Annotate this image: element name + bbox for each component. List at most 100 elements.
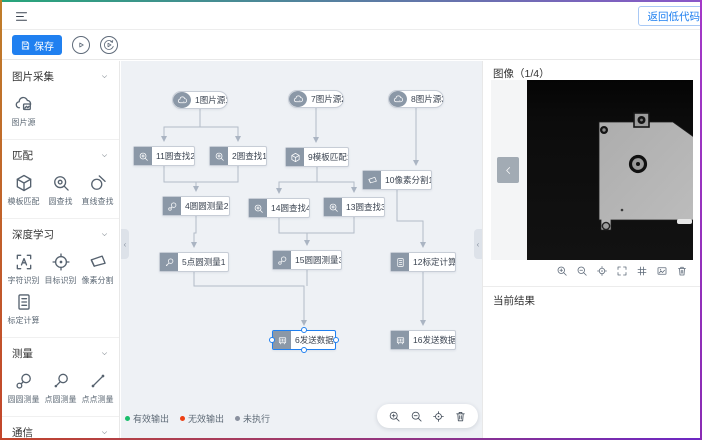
node-label: 1图片源1 (191, 92, 227, 108)
result-content (483, 309, 700, 438)
chevron-down-icon (100, 349, 109, 358)
measure-icon (160, 253, 178, 271)
chevron-down-icon (100, 230, 109, 239)
node-handle-bottom[interactable] (301, 347, 307, 353)
toolbar: 保存 (2, 30, 700, 60)
tool-item-line-find[interactable]: 直线查找 (79, 173, 116, 207)
chevron-down-icon (100, 72, 109, 81)
tool-label: 直线查找 (82, 196, 114, 207)
device-icon (273, 331, 291, 349)
segment-icon (88, 252, 108, 272)
cloud-icon (289, 91, 307, 107)
delete-icon[interactable] (454, 410, 467, 423)
flow-node-circle-find-3[interactable]: 13圆查找3 (323, 197, 385, 217)
section-title: 匹配 (12, 148, 33, 163)
node-handle-right[interactable] (333, 337, 339, 343)
zoom-in-icon[interactable] (556, 265, 568, 277)
save-icon (20, 40, 31, 51)
flow-node-circle-find-1[interactable]: 2圆查找1 (209, 146, 267, 166)
step-run-icon (103, 39, 115, 51)
play-icon (75, 39, 87, 51)
section-header-measure[interactable]: 测量 (2, 344, 119, 363)
measure-icon (163, 197, 181, 215)
app-window: 返回低代码 保存 图片采集 图片源 匹配 (0, 0, 702, 440)
tool-item-image-source[interactable]: 图片源 (5, 94, 42, 128)
tool-label: 像素分割 (82, 275, 114, 286)
tool-item-segmentation[interactable]: 像素分割 (79, 252, 116, 286)
section-header-image-capture[interactable]: 图片采集 (2, 67, 119, 86)
flow-node-calibration-calc-1[interactable]: 12标定计算1 (390, 252, 456, 272)
flow-node-circle-find-2[interactable]: 11圆查找2 (133, 146, 195, 166)
menu-icon[interactable] (14, 9, 29, 24)
node-label: 4圆圆测量2 (181, 197, 229, 215)
node-handle-left[interactable] (269, 337, 275, 343)
zoom-out-icon[interactable] (576, 265, 588, 277)
prev-image-button[interactable] (497, 157, 519, 183)
tool-item-template-match[interactable]: 模板匹配 (5, 173, 42, 207)
flow-node-circle-find-4[interactable]: 14圆查找4 (248, 198, 310, 218)
flow-node-send-data-2[interactable]: 16发送数据2 (390, 330, 456, 350)
green-dot-icon (125, 416, 130, 421)
locate-icon[interactable] (596, 265, 608, 277)
tool-item-circle-find[interactable]: 圆查找 (42, 173, 79, 207)
flow-node-measure-1[interactable]: 5点圆测量1 (159, 252, 229, 272)
save-button[interactable]: 保存 (12, 35, 62, 55)
calc-icon (14, 292, 34, 312)
chevron-down-icon (100, 428, 109, 437)
flow-node-segmentation-1[interactable]: 10像素分割1 (362, 170, 432, 190)
node-label: 6发送数据1 (291, 331, 335, 349)
panel-divider (483, 286, 700, 287)
canvas-legend: 有效输出 无效输出 未执行 (125, 412, 270, 425)
segment-icon (363, 171, 381, 189)
flow-node-measure-2[interactable]: 4圆圆测量2 (162, 196, 230, 216)
tool-label: 点点测量 (82, 394, 114, 405)
fullscreen-icon[interactable] (616, 265, 628, 277)
cloud-icon (389, 91, 407, 107)
tool-item-circle-circle-measure[interactable]: 圆圆测量 (5, 371, 42, 405)
node-handle-top[interactable] (301, 327, 307, 333)
delete-icon[interactable] (676, 265, 688, 277)
image-toolbar (556, 265, 688, 277)
zoom-in-icon[interactable] (388, 410, 401, 423)
chevron-left-icon (503, 165, 514, 176)
section-header-match[interactable]: 匹配 (2, 146, 119, 165)
tool-item-calibration-calc[interactable]: 标定计算 (5, 292, 42, 326)
step-run-button[interactable] (100, 36, 118, 54)
measure-pc-icon (51, 371, 71, 391)
image-icon[interactable] (656, 265, 668, 277)
canvas-zoom-toolbar (377, 404, 478, 428)
node-label: 5点圆测量1 (178, 253, 228, 271)
right-panel: 图像（1/4） (482, 61, 700, 438)
collapse-right-panel-handle[interactable]: ‹ (474, 229, 482, 259)
locate-icon[interactable] (432, 410, 445, 423)
image-nav-strip (491, 80, 527, 260)
tool-label: 模板匹配 (8, 196, 40, 207)
flow-node-image-source-2[interactable]: 7图片源2 (288, 90, 344, 108)
flow-node-image-source-1[interactable]: 1图片源1 (172, 91, 228, 109)
tool-label: 点圆测量 (45, 394, 77, 405)
flow-node-measure-3[interactable]: 15圆圆测量3 (272, 250, 342, 270)
cube-icon (14, 173, 34, 193)
section-header-communication[interactable]: 通信 (2, 423, 119, 438)
collapse-left-panel-handle[interactable]: ‹ (121, 229, 129, 259)
tool-item-ocr[interactable]: 字符识别 (5, 252, 42, 286)
zoom-out-icon[interactable] (410, 410, 423, 423)
tool-item-point-point-measure[interactable]: 点点测量 (79, 371, 116, 405)
back-to-lowcode-button[interactable]: 返回低代码 (638, 6, 702, 26)
flow-node-send-data-1[interactable]: 6发送数据1 (272, 330, 336, 350)
section-title: 图片采集 (12, 69, 54, 84)
metal-plate-photo (527, 80, 693, 260)
flow-node-image-source-3[interactable]: 8图片源3 (388, 90, 444, 108)
section-header-deep-learning[interactable]: 深度学习 (2, 225, 119, 244)
grid-icon[interactable] (636, 265, 648, 277)
run-button[interactable] (72, 36, 90, 54)
circle-find-icon (210, 147, 228, 165)
node-label: 11圆查找2 (152, 147, 194, 165)
sidebar: 图片采集 图片源 匹配 模板匹配 (2, 61, 120, 438)
tool-item-target-detect[interactable]: 目标识别 (42, 252, 79, 286)
tool-item-point-circle-measure[interactable]: 点圆测量 (42, 371, 79, 405)
inspection-image (527, 80, 693, 260)
flow-canvas[interactable]: 1图片源1 7图片源2 8图片源3 11圆查找2 2圆查找1 9模板匹配1 10… (121, 61, 482, 438)
node-label: 8图片源3 (407, 91, 443, 107)
flow-node-template-match-1[interactable]: 9模板匹配1 (285, 147, 349, 167)
